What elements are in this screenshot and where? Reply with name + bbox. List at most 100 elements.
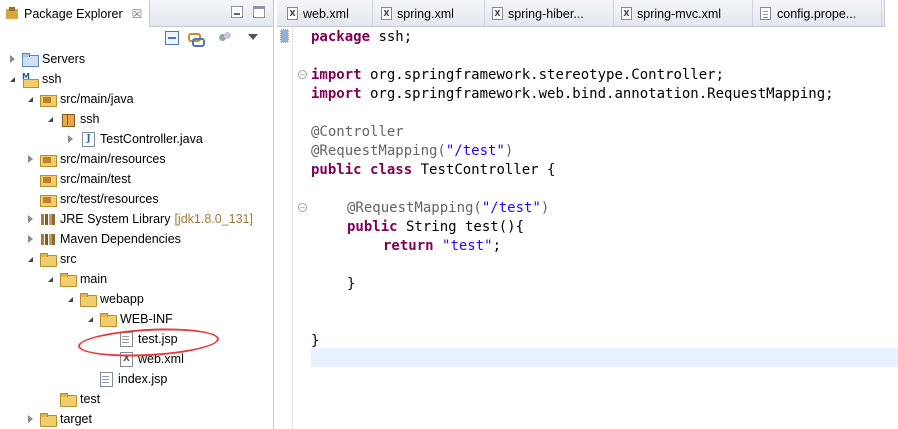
code-line-7[interactable]: @RequestMapping("/test") [311, 142, 513, 161]
tab-package-explorer[interactable]: Package Explorer ☒ [0, 0, 150, 27]
code-line-4[interactable]: import org.springframework.web.bind.anno… [311, 85, 834, 104]
current-line-highlight [311, 348, 898, 367]
tree-item-src-main-test[interactable]: src/main/test [24, 169, 131, 189]
folder-icon [40, 412, 57, 427]
expand-icon[interactable] [24, 413, 36, 425]
tree-item-label: WEB-INF [120, 312, 173, 326]
code-line-1[interactable]: package ssh; [311, 28, 412, 47]
java-file-icon [80, 132, 96, 147]
link-with-editor-icon[interactable] [188, 31, 205, 47]
focus-on-active-task-icon[interactable] [218, 31, 232, 45]
tab-config-properties[interactable]: config.prope... [754, 0, 882, 27]
tree-item-web-inf[interactable]: WEB-INF [84, 309, 173, 329]
expand-icon[interactable] [24, 233, 36, 245]
expand-icon[interactable] [64, 133, 76, 145]
tree-item-webapp[interactable]: webapp [64, 289, 144, 309]
code-text: String test(){ [397, 219, 525, 235]
xml-file-icon: X [381, 7, 392, 20]
library-icon [40, 232, 56, 246]
tab-testcontroller-java-active[interactable] [884, 0, 898, 27]
tab-spring-xml[interactable]: X spring.xml [375, 0, 485, 27]
tree-item-label: JRE System Library [60, 212, 171, 226]
collapse-icon[interactable] [24, 93, 36, 105]
keyword: public [347, 219, 398, 235]
package-explorer-icon [6, 7, 19, 20]
tree-item-label: main [80, 272, 108, 286]
tree-item-maven-dependencies[interactable]: Maven Dependencies [24, 229, 181, 249]
code-line-11[interactable]: public String test(){ [347, 218, 524, 237]
java-editor: X web.xml X spring.xml X spring-hiber...… [277, 0, 898, 429]
jdk-version-decoration: [jdk1.8.0_131] [174, 212, 253, 226]
tree-item-label: src/main/test [60, 172, 131, 186]
tree-item-jre-system-library[interactable]: JRE System Library [jdk1.8.0_131] [24, 209, 253, 229]
tree-item-src-test-resources[interactable]: src/test/resources [24, 189, 159, 209]
ruler-marker [280, 29, 289, 43]
expand-icon[interactable] [24, 153, 36, 165]
fold-imports-icon[interactable] [298, 70, 307, 79]
tree-item-label: ssh [80, 112, 100, 126]
tree-item-index-jsp[interactable]: index.jsp [82, 369, 167, 389]
tree-item-servers[interactable]: Servers [6, 49, 85, 69]
collapse-icon[interactable] [44, 273, 56, 285]
maximize-button[interactable] [253, 6, 265, 18]
collapse-icon[interactable] [24, 253, 36, 265]
tab-web-xml[interactable]: X web.xml [281, 0, 373, 27]
code-text: } [311, 333, 320, 349]
code-line-6[interactable]: @Controller [311, 123, 404, 142]
code-line-12[interactable]: return "test"; [383, 237, 501, 256]
tab-spring-mvc-xml[interactable]: X spring-mvc.xml [615, 0, 753, 27]
tree-item-label: web.xml [138, 352, 184, 366]
tree-item-label: test.jsp [138, 332, 178, 346]
view-menu-icon[interactable] [248, 34, 258, 40]
tree-item-test[interactable]: test [44, 389, 100, 409]
code-line-17[interactable]: } [311, 332, 319, 351]
tree-item-label: index.jsp [118, 372, 168, 386]
tree-item-src[interactable]: src [24, 249, 77, 269]
tree-item-target[interactable]: target [24, 409, 92, 429]
tree-item-src-main-resources[interactable]: src/main/resources [24, 149, 166, 169]
annotation: ) [540, 200, 550, 216]
close-icon[interactable]: ☒ [132, 7, 143, 21]
keyword: public [311, 162, 362, 178]
code-line-8[interactable]: public class TestController { [311, 161, 555, 180]
source-folder-icon [40, 172, 57, 187]
code-line-10[interactable]: @RequestMapping("/test") [347, 199, 549, 218]
expand-icon[interactable] [24, 213, 36, 225]
folder-icon [40, 252, 57, 267]
annotation: ) [504, 143, 514, 159]
tree-item-test-jsp[interactable]: test.jsp [102, 329, 178, 349]
collapse-icon[interactable] [6, 73, 18, 85]
tree-item-main[interactable]: main [44, 269, 107, 289]
jsp-file-icon [118, 332, 134, 347]
editor-tab-bar: X web.xml X spring.xml X spring-hiber...… [277, 0, 898, 27]
tree-item-web-xml[interactable]: web.xml [102, 349, 184, 369]
keyword: return [383, 238, 434, 254]
tab-label: web.xml [303, 6, 349, 21]
tree-item-testcontroller-java[interactable]: TestController.java [64, 129, 203, 149]
tab-spring-hibernate[interactable]: X spring-hiber... [486, 0, 614, 27]
servers-folder-icon [22, 52, 39, 67]
minimize-button[interactable] [231, 6, 243, 18]
annotation: @RequestMapping( [311, 143, 446, 159]
keyword: import [311, 67, 362, 83]
collapse-icon[interactable] [44, 113, 56, 125]
code-text: ssh; [370, 29, 413, 45]
collapse-icon[interactable] [64, 293, 76, 305]
code-line-14[interactable]: } [347, 275, 355, 294]
string-literal: "/test" [481, 200, 541, 216]
code-line-3[interactable]: import org.springframework.stereotype.Co… [311, 66, 724, 85]
tree-item-project-ssh[interactable]: ssh [6, 69, 61, 89]
expand-icon[interactable] [6, 53, 18, 65]
code-text: org.springframework.web.bind.annotation.… [361, 86, 834, 102]
tree-item-label: src/main/java [60, 92, 134, 106]
tree-item-package-ssh[interactable]: ssh [44, 109, 99, 129]
tree-item-label: src [60, 252, 77, 266]
tree-item-label: src/main/resources [60, 152, 166, 166]
fold-method-icon[interactable] [298, 203, 307, 212]
folder-icon [80, 292, 97, 307]
code-text: ; [492, 238, 502, 254]
collapse-icon[interactable] [84, 313, 96, 325]
tree-item-src-main-java[interactable]: src/main/java [24, 89, 134, 109]
collapse-all-icon[interactable] [165, 31, 179, 45]
xml-file-icon: X [287, 7, 298, 20]
